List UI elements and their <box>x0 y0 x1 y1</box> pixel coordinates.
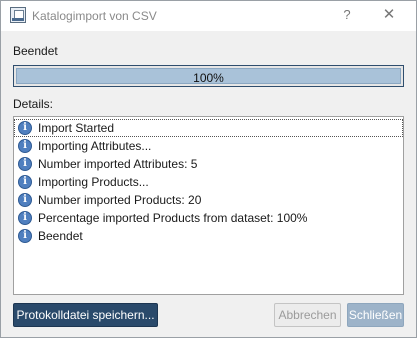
info-icon: i <box>18 121 32 135</box>
list-item-text: Beendet <box>38 229 83 243</box>
list-item-text: Percentage imported Products from datase… <box>38 211 308 225</box>
app-icon <box>10 7 26 23</box>
import-dialog: Katalogimport von CSV ? ✕ Beendet 100% D… <box>0 0 417 338</box>
list-item-text: Number imported Attributes: 5 <box>38 157 198 171</box>
list-item[interactable]: i Number imported Products: 20 <box>14 191 403 209</box>
progress-fill: 100% <box>16 68 401 85</box>
info-icon: i <box>18 139 32 153</box>
close-button[interactable]: Schließen <box>347 303 404 327</box>
list-item[interactable]: i Import Started <box>14 119 403 137</box>
info-icon: i <box>18 175 32 189</box>
list-item-text: Importing Products... <box>38 175 149 189</box>
info-icon: i <box>18 157 32 171</box>
status-label: Beendet <box>13 44 58 58</box>
list-item[interactable]: i Importing Attributes... <box>14 137 403 155</box>
details-log-list[interactable]: i Import Started i Importing Attributes.… <box>13 116 404 295</box>
info-icon: i <box>18 193 32 207</box>
details-label: Details: <box>13 97 54 111</box>
cancel-button[interactable]: Abbrechen <box>274 303 341 327</box>
app-icon-base <box>12 18 24 21</box>
list-item-text: Importing Attributes... <box>38 139 152 153</box>
save-log-button[interactable]: Protokolldatei speichern... <box>13 303 158 327</box>
list-item[interactable]: i Beendet <box>14 227 403 245</box>
progress-bar: 100% <box>13 65 404 87</box>
help-button[interactable]: ? <box>339 7 355 23</box>
title-bar: Katalogimport von CSV ? ✕ <box>1 1 416 31</box>
info-icon: i <box>18 229 32 243</box>
list-item-text: Import Started <box>38 121 115 135</box>
info-icon: i <box>18 211 32 225</box>
list-item[interactable]: i Importing Products... <box>14 173 403 191</box>
list-item[interactable]: i Percentage imported Products from data… <box>14 209 403 227</box>
progress-text: 100% <box>193 71 224 85</box>
window-title: Katalogimport von CSV <box>32 9 157 23</box>
close-window-button[interactable]: ✕ <box>381 7 397 23</box>
list-item-text: Number imported Products: 20 <box>38 193 202 207</box>
list-item[interactable]: i Number imported Attributes: 5 <box>14 155 403 173</box>
